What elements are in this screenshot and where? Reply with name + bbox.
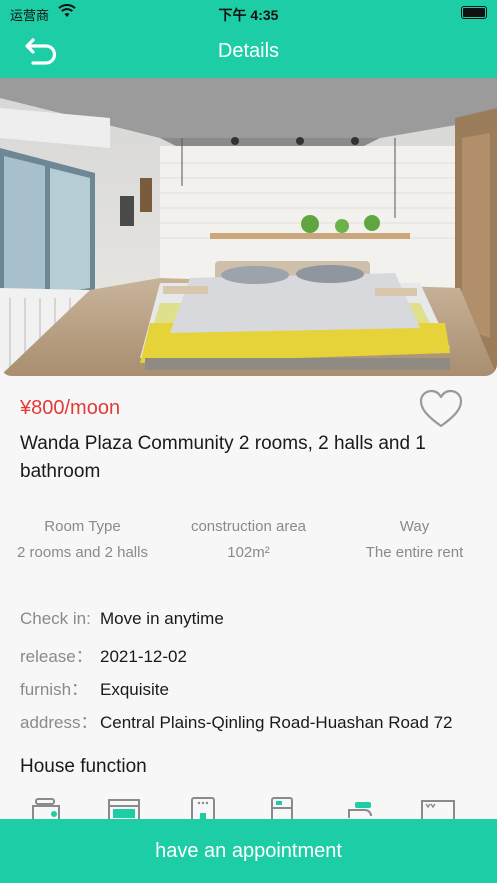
detail-value: Central Plains-Qinling Road-Huashan Road…	[100, 713, 453, 732]
detail-key: furnish：	[20, 680, 89, 699]
battery-icon	[461, 6, 487, 19]
house-function-title: House function	[20, 756, 147, 777]
listing-title: Wanda Plaza Community 2 rooms, 2 halls a…	[20, 433, 426, 482]
stat-construction-area: construction area 102m²	[166, 518, 331, 561]
faucet-icon	[348, 802, 372, 818]
detail-value: 2021-12-02	[100, 647, 187, 666]
details-list: Check in: Move in anytime release： 2021-12…	[20, 609, 490, 741]
microwave-icon	[108, 799, 140, 820]
price-label: ¥800/moon	[20, 397, 121, 419]
stat-way: Way The entire rent	[332, 518, 497, 561]
stat-label: Way	[399, 518, 430, 535]
listing-photo[interactable]	[0, 78, 497, 376]
detail-row-furnish: furnish： Exquisite	[20, 675, 490, 708]
stat-value: The entire rent	[365, 544, 464, 561]
detail-value: Exquisite	[100, 680, 169, 699]
appointment-button[interactable]: have an appointment	[0, 819, 497, 883]
detail-row-release: release： 2021-12-02	[20, 642, 490, 675]
stat-value: 102m²	[227, 544, 270, 561]
clock: 下午 4:35	[218, 7, 279, 23]
detail-key: address：	[20, 713, 98, 732]
nav-bar: Details	[0, 26, 497, 78]
status-bar: 运营商 下午 4:35	[0, 0, 497, 26]
bedroom-photo-illustration	[0, 78, 497, 376]
page-title: Details	[217, 40, 280, 62]
water-heater-icon	[191, 797, 215, 820]
stat-room-type: Room Type 2 rooms and 2 halls	[0, 518, 165, 561]
detail-key: Check in:	[20, 609, 91, 628]
detail-row-address: address： Central Plains-Qinling Road-Huas…	[20, 708, 490, 741]
stat-label: construction area	[190, 518, 307, 535]
tv-icon	[421, 800, 455, 820]
stat-value: 2 rooms and 2 halls	[17, 544, 148, 561]
house-function-icons	[0, 796, 497, 820]
detail-row-check-in: Check in: Move in anytime	[20, 609, 490, 642]
refrigerator-icon	[271, 797, 293, 820]
detail-value: Move in anytime	[100, 609, 224, 628]
heart-outline-icon[interactable]	[418, 387, 464, 431]
stat-label: Room Type	[44, 518, 121, 535]
detail-key: release：	[20, 647, 93, 666]
rice-cooker-icon	[32, 798, 60, 820]
